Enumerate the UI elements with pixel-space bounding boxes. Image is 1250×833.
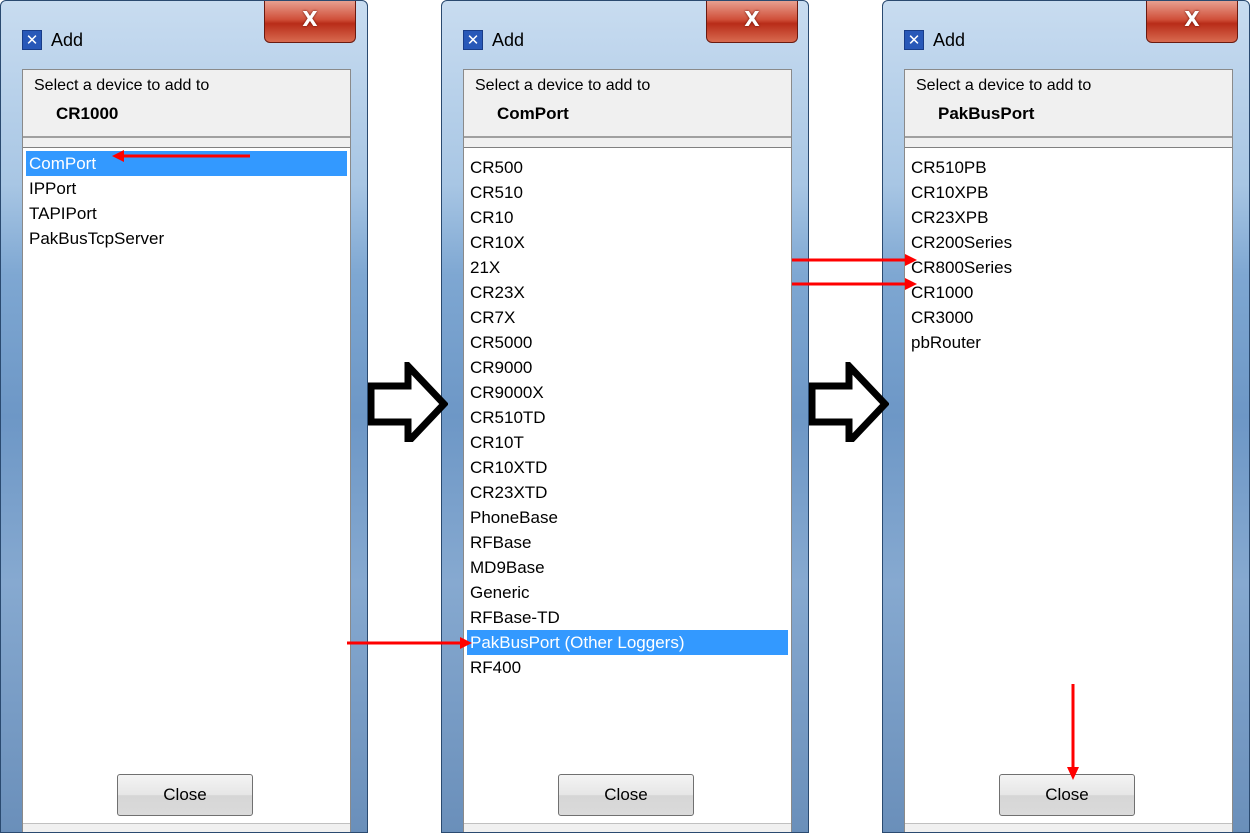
- right-arrow-outline-icon: [368, 362, 448, 442]
- prompt-label: Select a device to add to: [916, 77, 1092, 94]
- list-item[interactable]: CR510PB: [908, 155, 1229, 180]
- list-item[interactable]: CR23X: [467, 280, 788, 305]
- list-item-cr1000[interactable]: CR1000: [908, 280, 1229, 305]
- window-close-button[interactable]: X: [706, 1, 798, 43]
- window-close-button[interactable]: X: [264, 1, 356, 43]
- list-item[interactable]: RF400: [467, 655, 788, 680]
- list-item-cr800series[interactable]: CR800Series: [908, 255, 1229, 280]
- list-item[interactable]: CR5000: [467, 330, 788, 355]
- dialog-title: Add: [51, 30, 84, 50]
- right-arrow-outline-icon: [809, 362, 889, 442]
- list-item[interactable]: CR510: [467, 180, 788, 205]
- list-item[interactable]: MD9Base: [467, 555, 788, 580]
- list-item[interactable]: CR10X: [467, 230, 788, 255]
- list-item[interactable]: CR510TD: [467, 405, 788, 430]
- device-listbox[interactable]: CR500 CR510 CR10 CR10X 21X CR23X CR7X CR…: [464, 147, 791, 824]
- list-item[interactable]: CR10XTD: [467, 455, 788, 480]
- list-item[interactable]: CR23XPB: [908, 205, 1229, 230]
- list-item[interactable]: RFBase: [467, 530, 788, 555]
- list-item[interactable]: PhoneBase: [467, 505, 788, 530]
- header-panel: Select a device to add to ComPort: [464, 70, 791, 138]
- prompt-label: Select a device to add to: [475, 77, 651, 94]
- dialog-title: Add: [492, 30, 525, 50]
- list-item[interactable]: CR200Series: [908, 230, 1229, 255]
- red-arrow-icon: [347, 637, 472, 649]
- list-item-pakbusport-selected[interactable]: PakBusPort (Other Loggers): [467, 630, 788, 655]
- target-device-label: ComPort: [497, 104, 569, 123]
- close-button[interactable]: Close: [558, 774, 694, 816]
- list-item[interactable]: CR9000X: [467, 380, 788, 405]
- red-arrow-icon: [792, 254, 917, 266]
- list-item[interactable]: 21X: [467, 255, 788, 280]
- app-icon: ✕: [904, 30, 924, 50]
- red-arrow-icon: [792, 278, 917, 290]
- red-arrow-icon: [112, 150, 250, 162]
- list-item[interactable]: CR500: [467, 155, 788, 180]
- list-item[interactable]: CR10: [467, 205, 788, 230]
- app-icon: ✕: [463, 30, 483, 50]
- device-listbox[interactable]: ComPort IPPort TAPIPort PakBusTcpServer: [23, 147, 350, 824]
- close-button[interactable]: Close: [117, 774, 253, 816]
- red-arrow-icon: [1067, 684, 1079, 780]
- dialog-title: Add: [933, 30, 966, 50]
- list-item-tapiport[interactable]: TAPIPort: [26, 201, 347, 226]
- list-item[interactable]: CR7X: [467, 305, 788, 330]
- target-device-label: PakBusPort: [938, 104, 1035, 123]
- list-item[interactable]: Generic: [467, 580, 788, 605]
- list-item[interactable]: CR3000: [908, 305, 1229, 330]
- list-item[interactable]: RFBase-TD: [467, 605, 788, 630]
- header-panel: Select a device to add to PakBusPort: [905, 70, 1232, 138]
- list-item[interactable]: CR23XTD: [467, 480, 788, 505]
- dialog-client: Select a device to add to CR1000 ComPort…: [22, 69, 351, 832]
- list-item[interactable]: pbRouter: [908, 330, 1229, 355]
- list-item[interactable]: CR10T: [467, 430, 788, 455]
- target-device-label: CR1000: [56, 104, 119, 123]
- list-item[interactable]: CR10XPB: [908, 180, 1229, 205]
- list-item-ipport[interactable]: IPPort: [26, 176, 347, 201]
- add-dialog-comport: ✕ Add X Select a device to add to ComPor…: [441, 0, 809, 833]
- list-item-pakbustcpserver[interactable]: PakBusTcpServer: [26, 226, 347, 251]
- add-dialog-cr1000: ✕ Add X Select a device to add to CR1000…: [0, 0, 368, 833]
- prompt-label: Select a device to add to: [34, 77, 210, 94]
- window-close-button[interactable]: X: [1146, 1, 1238, 43]
- dialog-client: Select a device to add to ComPort CR500 …: [463, 69, 792, 832]
- app-icon: ✕: [22, 30, 42, 50]
- header-panel: Select a device to add to CR1000: [23, 70, 350, 138]
- list-item[interactable]: CR9000: [467, 355, 788, 380]
